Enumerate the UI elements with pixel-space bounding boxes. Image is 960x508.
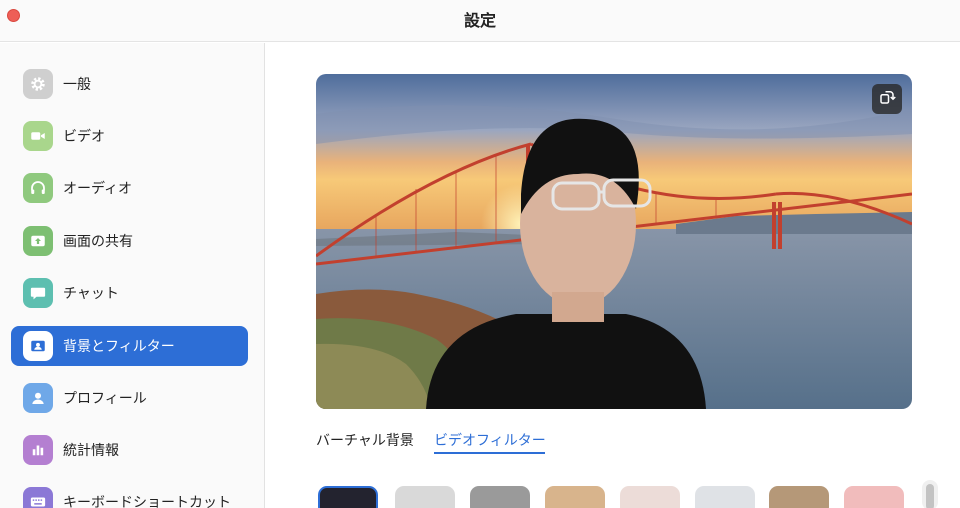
sidebar-item-label: 一般: [63, 77, 91, 93]
sidebar-item-label: キーボードショートカット: [63, 495, 231, 508]
sidebar-item-share-screen[interactable]: 画面の共有: [11, 221, 248, 261]
filter-scrollbar-thumb[interactable]: [926, 484, 934, 508]
sidebar-item-label: オーディオ: [63, 181, 133, 197]
sidebar-item-label: 統計情報: [63, 443, 119, 459]
sidebar-item-profile[interactable]: プロフィール: [11, 378, 248, 418]
sidebar-item-label: プロフィール: [63, 391, 147, 407]
sidebar-item-label: 背景とフィルター: [63, 339, 175, 355]
keyboard-icon: [23, 487, 53, 508]
tab-video-filter[interactable]: ビデオフィルター: [434, 430, 546, 450]
video-preview: [316, 74, 912, 409]
filter-tile[interactable]: [844, 486, 904, 508]
filter-tile[interactable]: [545, 486, 605, 508]
sidebar-item-statistics[interactable]: 統計情報: [11, 430, 248, 470]
sidebar-item-video[interactable]: ビデオ: [11, 116, 248, 156]
filter-tile[interactable]: [769, 486, 829, 508]
sidebar-item-audio[interactable]: オーディオ: [11, 168, 248, 208]
filter-tile[interactable]: [395, 486, 455, 508]
sidebar-item-keyboard-shortcuts[interactable]: キーボードショートカット: [11, 482, 248, 508]
tab-virtual-background[interactable]: バーチャル背景: [316, 430, 414, 450]
share-screen-icon: [23, 226, 53, 256]
filter-tile[interactable]: [470, 486, 530, 508]
rotate-camera-button[interactable]: [872, 84, 902, 114]
sidebar-item-general[interactable]: 一般: [11, 64, 248, 104]
virtual-background-scene: [316, 74, 912, 409]
sidebar-item-label: チャット: [63, 286, 119, 302]
background-icon: [23, 331, 53, 361]
headphones-icon: [23, 173, 53, 203]
filter-tile[interactable]: [318, 486, 378, 508]
active-tab-indicator: [434, 452, 545, 454]
sidebar-item-label: ビデオ: [63, 129, 105, 145]
title-bar: 設定: [0, 0, 960, 42]
profile-icon: [23, 383, 53, 413]
camera-icon: [23, 121, 53, 151]
chat-icon: [23, 278, 53, 308]
rotate-camera-icon: [878, 88, 896, 110]
window-title: 設定: [463, 11, 496, 30]
sidebar-item-chat[interactable]: チャット: [11, 273, 248, 313]
filter-tile[interactable]: [620, 486, 680, 508]
filter-tile[interactable]: [695, 486, 755, 508]
gear-icon: [23, 69, 53, 99]
sidebar-item-label: 画面の共有: [63, 234, 133, 250]
settings-sidebar: 一般 ビデオ オーディオ 画面の共有 チャット 背景とフィルター プロフィール …: [0, 43, 265, 508]
stats-icon: [23, 435, 53, 465]
sidebar-item-background-filter[interactable]: 背景とフィルター: [11, 326, 248, 366]
